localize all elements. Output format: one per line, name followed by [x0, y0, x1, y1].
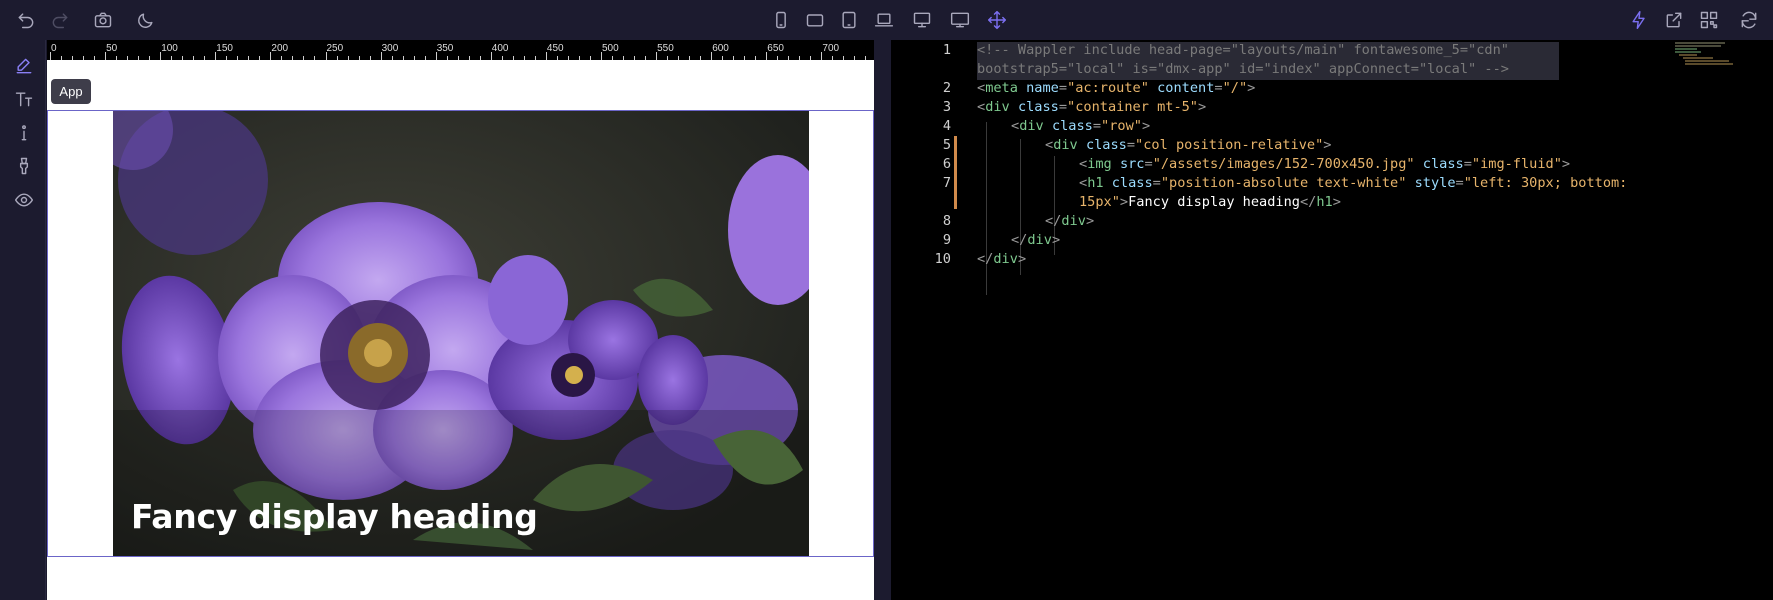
undo-icon[interactable]: [14, 8, 38, 32]
brush-icon[interactable]: [12, 154, 36, 178]
ruler-label: 500: [602, 43, 619, 54]
line-number: 3: [942, 99, 951, 115]
ruler-label: 200: [271, 43, 289, 54]
laptop-icon[interactable]: [872, 8, 896, 32]
code-editor[interactable]: 1 <!-- Wappler include head-page="layout…: [891, 40, 1773, 600]
qr-code-icon[interactable]: [1697, 8, 1721, 32]
code-text: <h1 class="position-absolute text-white"…: [1079, 175, 1628, 191]
line-number: 1: [942, 42, 951, 58]
camera-icon[interactable]: [91, 8, 115, 32]
moon-icon[interactable]: [134, 8, 158, 32]
phone-landscape-icon[interactable]: [803, 8, 827, 32]
redo-icon[interactable]: [48, 8, 72, 32]
top-toolbar: [0, 0, 1773, 40]
code-minimap[interactable]: [1671, 40, 1773, 110]
ruler-label: 150: [216, 43, 233, 54]
code-text: 15px">Fancy display heading</h1>: [1079, 194, 1341, 210]
lightning-icon[interactable]: [1627, 8, 1651, 32]
line-number: 8: [942, 213, 951, 229]
eye-icon[interactable]: [12, 188, 36, 212]
info-icon[interactable]: [12, 121, 36, 145]
left-sidebar: [0, 40, 46, 600]
code-text: bootstrap5="local" is="dmx-app" id="inde…: [977, 61, 1509, 77]
code-text: <div class="col position-relative">: [1045, 137, 1332, 153]
ruler-label: 250: [326, 43, 344, 54]
text-properties-icon[interactable]: [12, 87, 36, 111]
code-text: <img src="/assets/images/152-700x450.jpg…: [1079, 156, 1571, 172]
ruler-label: 700: [822, 43, 840, 54]
ruler-label: 400: [491, 43, 509, 54]
design-canvas[interactable]: Fancy display heading: [47, 60, 874, 600]
phone-icon[interactable]: [769, 8, 793, 32]
code-text: <meta name="ac:route" content="/">: [977, 80, 1256, 96]
selection-outline: [47, 110, 874, 557]
line-number: 7: [942, 175, 951, 191]
ruler-label: 50: [106, 43, 118, 54]
line-number: 6: [942, 156, 951, 172]
code-text: <div class="container mt-5">: [977, 99, 1207, 115]
ruler-label: 100: [161, 43, 178, 54]
tablet-icon[interactable]: [837, 8, 861, 32]
line-number: 9: [942, 232, 951, 248]
line-number: 10: [934, 251, 951, 267]
code-text: <!-- Wappler include head-page="layouts/…: [977, 42, 1509, 58]
ruler-label: 300: [381, 43, 399, 54]
code-text: </div>: [977, 251, 1027, 267]
desktop-icon[interactable]: [910, 8, 934, 32]
code-text: </div>: [1011, 232, 1061, 248]
ruler-label: 0: [51, 43, 57, 54]
move-icon[interactable]: [985, 8, 1009, 32]
panel-splitter[interactable]: [874, 40, 891, 600]
refresh-icon[interactable]: [1737, 8, 1761, 32]
line-number: 2: [942, 80, 951, 96]
ruler-label: 350: [436, 43, 454, 54]
edit-icon[interactable]: [12, 54, 36, 78]
code-text: <div class="row">: [1011, 118, 1151, 134]
modified-lines-marker: [954, 136, 957, 209]
code-text: </div>: [1045, 213, 1095, 229]
ruler-label: 650: [767, 43, 784, 54]
indent-guide: [986, 122, 987, 295]
horizontal-ruler: 0 50 100 150 200 250 300 350 400 450 500 550 600 650 7…: [47, 40, 874, 60]
app-tooltip: App: [51, 79, 91, 104]
large-desktop-icon[interactable]: [948, 8, 972, 32]
ruler-label: 600: [712, 43, 729, 54]
ruler-label: 450: [546, 43, 564, 54]
share-icon[interactable]: [1662, 8, 1686, 32]
ruler-label: 550: [657, 43, 674, 54]
line-number: 5: [942, 137, 951, 153]
line-number: 4: [942, 118, 951, 134]
